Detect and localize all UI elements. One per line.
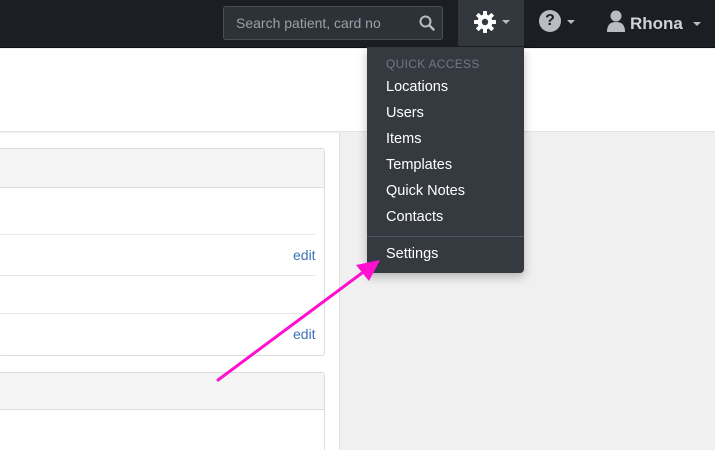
panel-heading (0, 149, 324, 188)
chevron-down-icon (693, 22, 701, 26)
edit-link[interactable]: edit (293, 326, 316, 342)
quick-access-dropdown: QUICK ACCESS Locations Users Items Templ… (367, 47, 524, 273)
search-input[interactable] (224, 7, 414, 39)
settings-menu-toggle[interactable] (458, 0, 524, 46)
panel-heading (0, 373, 324, 410)
top-navbar: ? Rhona (0, 0, 715, 48)
row-divider (0, 275, 315, 276)
menu-item-users[interactable]: Users (386, 105, 424, 121)
secondary-panel (0, 372, 325, 450)
user-name: Rhona (630, 14, 683, 33)
menu-item-templates[interactable]: Templates (386, 157, 452, 173)
dropdown-header: QUICK ACCESS (386, 57, 480, 71)
row-divider (0, 234, 315, 235)
menu-item-quick-notes[interactable]: Quick Notes (386, 183, 465, 199)
menu-divider (367, 236, 524, 237)
question-circle-icon: ? (539, 10, 561, 32)
user-icon (607, 10, 625, 32)
gear-icon (474, 11, 496, 33)
chevron-down-icon (567, 20, 575, 24)
help-menu-toggle[interactable]: ? (530, 0, 582, 46)
search-box[interactable] (223, 6, 443, 40)
details-panel: edit edit (0, 148, 325, 356)
row-divider (0, 313, 315, 314)
page-header-bar (0, 49, 715, 132)
menu-item-contacts[interactable]: Contacts (386, 209, 443, 225)
search-icon[interactable] (418, 14, 436, 32)
menu-item-items[interactable]: Items (386, 131, 421, 147)
edit-link[interactable]: edit (293, 247, 316, 263)
menu-item-locations[interactable]: Locations (386, 79, 448, 95)
menu-item-settings[interactable]: Settings (386, 246, 438, 262)
user-menu-toggle[interactable]: Rhona (598, 0, 715, 46)
chevron-down-icon (502, 20, 510, 24)
